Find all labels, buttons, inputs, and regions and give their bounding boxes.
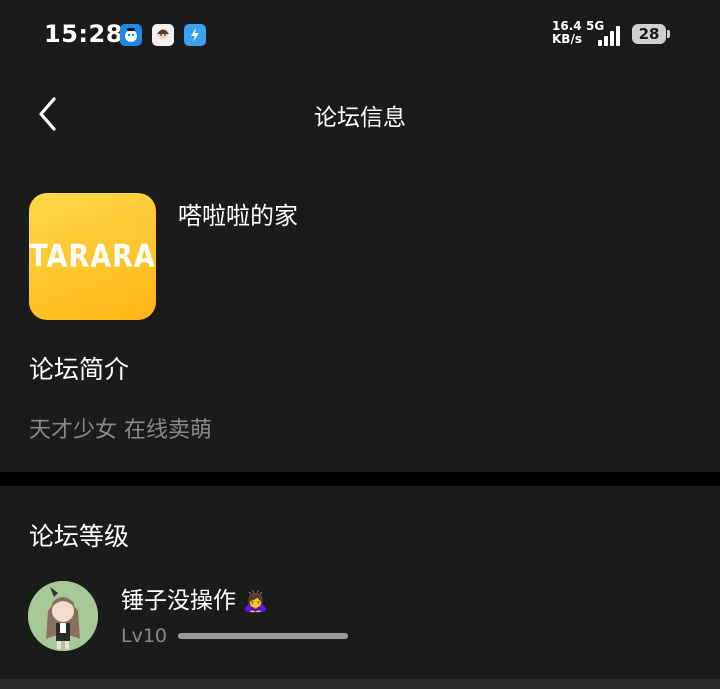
forum-logo: TARARA (29, 193, 156, 320)
battery-icon: 28 (632, 24, 670, 44)
signal-icon (598, 24, 624, 46)
status-time: 15:28 (44, 20, 123, 48)
page-title: 论坛信息 (314, 105, 406, 131)
robot-app-icon (120, 24, 142, 46)
user-name[interactable]: 锤子没操作 🙇‍♀️ (121, 581, 268, 615)
status-bar: 15:28 16.4 KB/s 5G 28 (0, 0, 720, 70)
forum-name: 嗒啦啦的家 (178, 202, 298, 230)
user-emoji-icon: 🙇‍♀️ (243, 589, 269, 613)
user-name-text: 锤子没操作 (121, 588, 236, 614)
network-speed: 16.4 KB/s 5G (552, 20, 604, 46)
forum-intro-heading: 论坛简介 (29, 355, 130, 384)
forum-logo-text: TARARA (29, 238, 156, 275)
avatar-app-icon (152, 24, 174, 46)
user-level: Lv10 (121, 625, 168, 647)
bottom-edge (0, 679, 720, 689)
network-speed-unit: KB/s (552, 32, 582, 46)
forum-intro-text: 天才少女 在线卖萌 (29, 418, 212, 443)
section-divider (0, 472, 720, 486)
level-progress-bar (178, 633, 348, 639)
user-avatar[interactable] (28, 581, 98, 651)
level-progress-fill (178, 633, 348, 639)
forum-level-heading: 论坛等级 (29, 522, 130, 551)
lightning-app-icon (184, 24, 206, 46)
anime-girl-avatar-icon (28, 581, 98, 651)
